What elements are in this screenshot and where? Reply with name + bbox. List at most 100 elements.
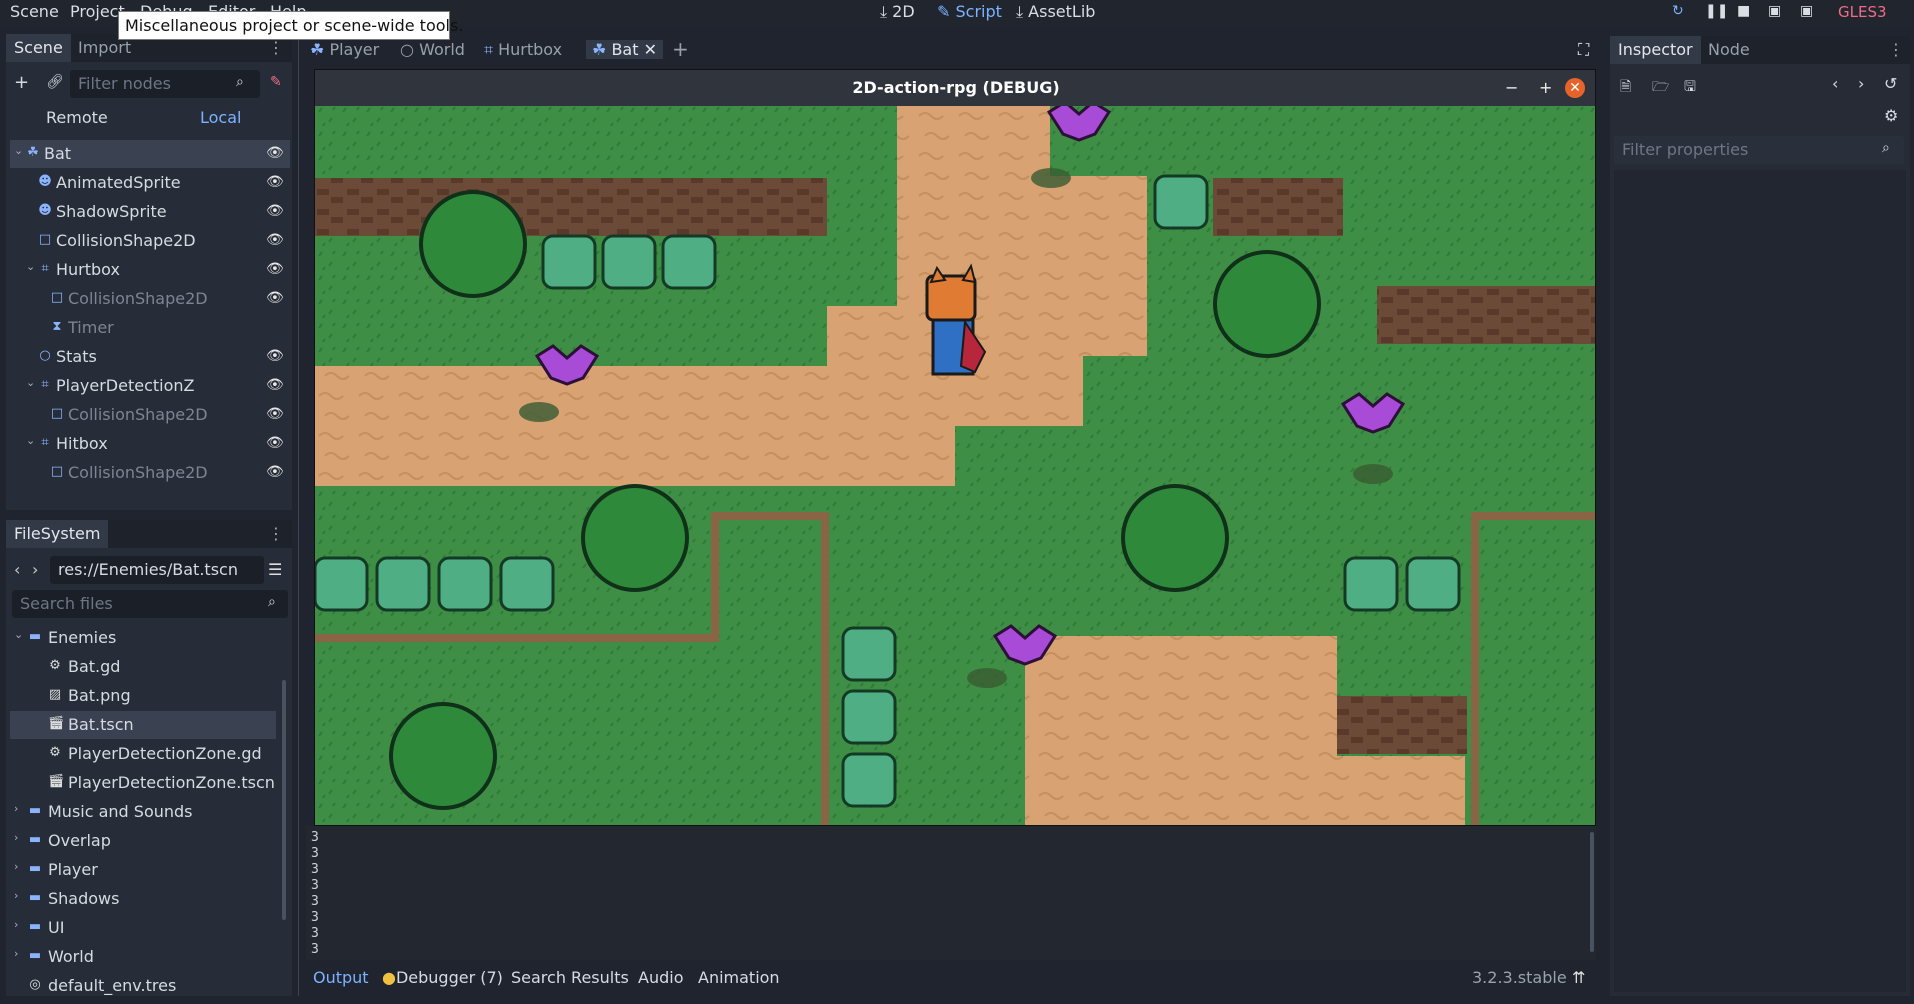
- close-tab-icon[interactable]: ✕: [644, 40, 657, 59]
- add-tab-icon[interactable]: +: [672, 37, 689, 61]
- filter-nodes-input[interactable]: Filter nodes: [70, 70, 260, 98]
- scene-tree-node[interactable]: ⌄ ☘ Bat 👁︎: [10, 140, 290, 168]
- scene-tree-node[interactable]: ⌄ ⌗ PlayerDetectionZ 👁︎: [10, 372, 290, 400]
- path-field[interactable]: res://Enemies/Bat.tscn: [50, 556, 264, 584]
- menu-project[interactable]: Project: [70, 2, 125, 21]
- folder-item[interactable]: › ▬ World: [10, 943, 276, 971]
- reload-icon[interactable]: ↻: [1672, 3, 1684, 19]
- tab-animation[interactable]: Animation: [698, 968, 780, 987]
- scene-tree-node[interactable]: □ CollisionShape2D 👁︎: [10, 227, 290, 255]
- link-icon[interactable]: 🔗︎: [46, 74, 64, 90]
- open-folder-icon[interactable]: 🗁︎: [1652, 76, 1669, 100]
- filter-properties-input[interactable]: Filter properties: [1614, 136, 1904, 164]
- visibility-icon[interactable]: 👁︎: [266, 377, 284, 393]
- new-resource-icon[interactable]: 🗎︎: [1620, 76, 1631, 100]
- expand-arrow-icon[interactable]: ›: [14, 831, 18, 844]
- expand-arrow-icon[interactable]: ⌄: [14, 144, 23, 157]
- dock-menu-icon[interactable]: ⋮: [268, 38, 284, 57]
- expand-arrow-icon[interactable]: ›: [14, 947, 18, 960]
- tool-settings-icon[interactable]: ⚙: [1884, 106, 1898, 125]
- tab-bat[interactable]: ☘ Bat ✕: [586, 40, 663, 59]
- folder-item[interactable]: › ▬ Shadows: [10, 885, 276, 913]
- maximize-icon[interactable]: +: [1539, 78, 1552, 97]
- tab-node[interactable]: Node: [1700, 36, 1758, 64]
- tab-player[interactable]: ☘ Player: [310, 40, 379, 59]
- visibility-icon[interactable]: 👁︎: [266, 145, 284, 161]
- workspace-assetlib[interactable]: ⤓ AssetLib: [1016, 2, 1095, 22]
- tab-output[interactable]: Output: [313, 968, 369, 987]
- expand-arrow-icon[interactable]: ›: [14, 918, 18, 931]
- tab-audio[interactable]: Audio: [638, 968, 683, 987]
- tab-debugger[interactable]: ●Debugger (7): [382, 968, 503, 987]
- search-files-input[interactable]: Search files: [12, 590, 288, 618]
- folder-item[interactable]: › ▬ Overlap: [10, 827, 276, 855]
- tab-filesystem[interactable]: FileSystem: [6, 520, 109, 548]
- tab-inspector[interactable]: Inspector: [1610, 36, 1701, 64]
- scene-tree-node[interactable]: ⌄ ⌗ Hitbox 👁︎: [10, 430, 290, 458]
- scene-tree-node[interactable]: ⌄ ⌗ Hurtbox 👁︎: [10, 256, 290, 284]
- scene-tree-node[interactable]: ○ Stats 👁︎: [10, 343, 290, 371]
- play-scene-icon[interactable]: ▣: [1768, 3, 1781, 19]
- file-item[interactable]: 🎬︎ PlayerDetectionZone.tscn: [10, 769, 276, 797]
- close-window-icon[interactable]: ✕: [1565, 78, 1585, 98]
- visibility-icon[interactable]: 👁︎: [266, 203, 284, 219]
- forward-icon[interactable]: ›: [32, 560, 38, 579]
- file-item[interactable]: ◎ default_env.tres: [10, 972, 276, 1000]
- expand-arrow-icon[interactable]: ⌄: [26, 260, 35, 273]
- file-item[interactable]: 🎬︎ Bat.tscn: [10, 711, 276, 739]
- add-node-icon[interactable]: +: [14, 72, 29, 93]
- play-custom-icon[interactable]: ▣: [1800, 3, 1813, 19]
- expand-arrow-icon[interactable]: ›: [14, 889, 18, 902]
- scene-tree-node[interactable]: □ CollisionShape2D 👁︎: [10, 459, 290, 487]
- visibility-icon[interactable]: 👁︎: [266, 464, 284, 480]
- scene-tree-node[interactable]: ☻ AnimatedSprite 👁︎: [10, 169, 290, 197]
- file-item[interactable]: ⚙ PlayerDetectionZone.gd: [10, 740, 276, 768]
- tab-search-results[interactable]: Search Results: [511, 968, 629, 987]
- game-viewport[interactable]: [315, 106, 1596, 826]
- expand-arrow-icon[interactable]: ›: [14, 802, 18, 815]
- save-icon[interactable]: 🖫︎: [1684, 76, 1696, 100]
- fullscreen-icon[interactable]: ⛶: [1578, 40, 1589, 60]
- scrollbar[interactable]: [282, 680, 286, 920]
- pause-icon[interactable]: ❚❚: [1705, 3, 1728, 19]
- expand-arrow-icon[interactable]: ⌄: [26, 376, 35, 389]
- expand-arrow-icon[interactable]: ⌄: [26, 434, 35, 447]
- expand-arrow-icon[interactable]: ⌄: [14, 628, 23, 641]
- split-mode-icon[interactable]: ☰: [268, 560, 282, 579]
- visibility-icon[interactable]: 👁︎: [266, 406, 284, 422]
- expand-arrow-icon[interactable]: ›: [14, 860, 18, 873]
- folder-item[interactable]: ⌄ ▬ Enemies: [10, 624, 276, 652]
- script-attach-icon[interactable]: ✎: [270, 74, 282, 90]
- stop-icon[interactable]: ■: [1737, 3, 1750, 19]
- back-icon[interactable]: ‹: [14, 560, 20, 579]
- folder-item[interactable]: › ▬ Player: [10, 856, 276, 884]
- remote-button[interactable]: Remote: [46, 108, 108, 127]
- visibility-icon[interactable]: 👁︎: [266, 232, 284, 248]
- local-button[interactable]: Local: [200, 108, 241, 127]
- tab-hurtbox[interactable]: ⌗ Hurtbox: [484, 40, 562, 60]
- history-forward-icon[interactable]: ›: [1858, 74, 1864, 93]
- visibility-icon[interactable]: 👁︎: [266, 261, 284, 277]
- folder-item[interactable]: › ▬ UI: [10, 914, 276, 942]
- file-item[interactable]: ▨ Bat.png: [10, 682, 276, 710]
- scene-tree-node[interactable]: ☻ ShadowSprite 👁︎: [10, 198, 290, 226]
- tab-scene[interactable]: Scene: [6, 34, 71, 62]
- renderer-label[interactable]: GLES3: [1838, 3, 1887, 21]
- scene-tree-node[interactable]: □ CollisionShape2D 👁︎: [10, 401, 290, 429]
- history-back-icon[interactable]: ‹: [1832, 74, 1838, 93]
- scene-tree-node[interactable]: □ CollisionShape2D 👁︎: [10, 285, 290, 313]
- workspace-script[interactable]: ✎ Script: [937, 2, 1002, 21]
- history-icon[interactable]: ↺: [1884, 74, 1897, 93]
- tab-world[interactable]: ○ World: [400, 40, 465, 59]
- scene-tree-node[interactable]: ⧗ Timer: [10, 314, 290, 342]
- file-item[interactable]: ⚙ Bat.gd: [10, 653, 276, 681]
- workspace-2d[interactable]: ⤓ 2D: [880, 2, 915, 22]
- visibility-icon[interactable]: 👁︎: [266, 348, 284, 364]
- scrollbar[interactable]: [1590, 832, 1594, 952]
- visibility-icon[interactable]: 👁︎: [266, 174, 284, 190]
- minimize-icon[interactable]: −: [1505, 78, 1518, 97]
- dock-menu-icon[interactable]: ⋮: [268, 524, 284, 543]
- game-window[interactable]: 2D-action-rpg (DEBUG) − + ✕: [314, 69, 1596, 826]
- expand-panel-icon[interactable]: ⇈: [1572, 968, 1585, 987]
- dock-menu-icon[interactable]: ⋮: [1888, 40, 1904, 59]
